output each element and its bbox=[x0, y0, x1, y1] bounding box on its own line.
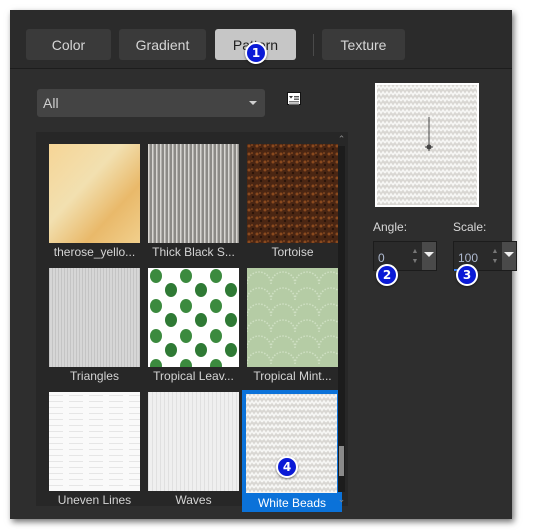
pattern-thumbnail bbox=[246, 394, 337, 493]
tab-color[interactable]: Color bbox=[26, 29, 111, 60]
tab-gradient[interactable]: Gradient bbox=[119, 29, 206, 60]
pattern-label: Tropical Mint... bbox=[253, 369, 332, 383]
callout-badge-2: 2 bbox=[376, 264, 398, 286]
pattern-label: Tortoise bbox=[271, 245, 314, 259]
dropdown-value: All bbox=[43, 95, 59, 111]
pattern-label: Waves bbox=[175, 493, 212, 507]
scale-value[interactable]: 100 bbox=[458, 251, 478, 265]
pattern-tile-waves[interactable]: Waves bbox=[146, 390, 241, 510]
scroll-down-icon[interactable]: ⌄ bbox=[335, 494, 348, 504]
callout-badge-4: 4 bbox=[276, 456, 298, 478]
scroll-track[interactable] bbox=[338, 146, 345, 492]
pattern-thumbnail bbox=[148, 268, 239, 367]
pattern-thumbnail bbox=[247, 268, 338, 367]
pattern-thumbnail bbox=[247, 144, 338, 243]
pattern-thumbnail bbox=[49, 268, 140, 367]
angle-increment-decrement-icon[interactable]: ▲ ▼ bbox=[410, 247, 420, 267]
pattern-tile-white-beads[interactable]: White Beads 4 bbox=[242, 390, 342, 512]
pattern-category-dropdown[interactable]: All bbox=[37, 89, 265, 117]
angle-dropdown-button[interactable] bbox=[422, 242, 436, 270]
pattern-tile-triangles[interactable]: Triangles bbox=[47, 266, 142, 386]
preview-swatch bbox=[377, 85, 477, 205]
pattern-tile-tropical-mint[interactable]: Tropical Mint... bbox=[245, 266, 340, 386]
pattern-preview[interactable] bbox=[375, 83, 479, 207]
pattern-tile-thick-black-stripes[interactable]: Thick Black S... bbox=[146, 142, 241, 262]
angle-value[interactable]: 0 bbox=[378, 251, 385, 265]
scale-increment-decrement-icon[interactable]: ▲ ▼ bbox=[490, 247, 500, 267]
chevron-down-icon bbox=[249, 101, 257, 105]
pattern-thumbnail bbox=[49, 392, 140, 491]
list-view-icon[interactable] bbox=[287, 92, 301, 105]
scale-dropdown-button[interactable] bbox=[502, 242, 516, 270]
scroll-thumb[interactable] bbox=[339, 446, 344, 476]
pattern-label: therose_yello... bbox=[53, 245, 136, 259]
pattern-label: White Beads bbox=[257, 496, 327, 510]
tab-texture[interactable]: Texture bbox=[322, 29, 405, 60]
pattern-thumbnail bbox=[49, 144, 140, 243]
pattern-label: Triangles bbox=[70, 369, 119, 383]
pattern-thumbnail bbox=[148, 392, 239, 491]
pattern-tile-tortoise[interactable]: Tortoise bbox=[245, 142, 340, 262]
scale-label: Scale: bbox=[453, 220, 487, 234]
callout-badge-1: 1 bbox=[245, 42, 267, 64]
pattern-thumbnail bbox=[148, 144, 239, 243]
angle-label: Angle: bbox=[373, 220, 408, 234]
material-properties-window: Color Gradient Pattern Texture All bbox=[10, 10, 517, 519]
scroll-up-icon[interactable]: ⌃ bbox=[335, 134, 348, 144]
pattern-grid-scrollbar[interactable]: ⌃ ⌄ bbox=[335, 132, 348, 506]
pattern-label: Uneven Lines bbox=[57, 493, 132, 507]
pattern-tile-tropical-leaves[interactable]: Tropical Leav... bbox=[146, 266, 241, 386]
pattern-grid: therose_yello... Thick Black S... Tortoi… bbox=[36, 132, 348, 512]
pattern-label: Thick Black S... bbox=[152, 245, 235, 259]
pattern-label: Tropical Leav... bbox=[153, 369, 234, 383]
pattern-tile-uneven-lines[interactable]: Uneven Lines bbox=[47, 390, 142, 510]
pattern-tile-therose-yellow[interactable]: therose_yello... bbox=[47, 142, 142, 262]
tab-separator bbox=[313, 34, 314, 56]
callout-badge-3: 3 bbox=[456, 264, 478, 286]
